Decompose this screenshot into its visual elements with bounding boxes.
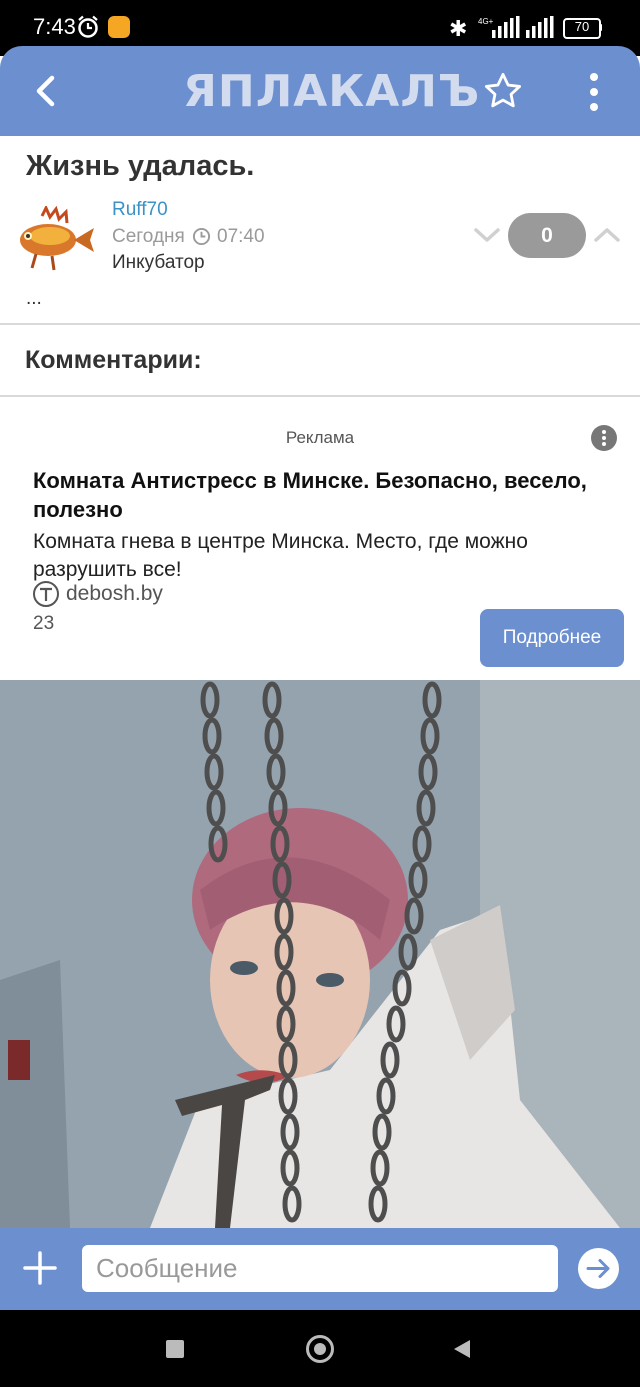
post-section[interactable]: Инкубатор [112, 252, 205, 274]
author-link[interactable]: Ruff70 [112, 199, 168, 221]
clock-icon [192, 227, 211, 246]
ad-more-button[interactable]: Подробнее [480, 609, 624, 667]
attach-plus-button[interactable] [20, 1248, 60, 1288]
battery-icon: 70 [563, 18, 601, 39]
vote-up-button[interactable] [593, 225, 621, 245]
send-arrow-button[interactable] [578, 1248, 619, 1289]
status-time: 7:43 [33, 14, 76, 39]
favorite-star-button[interactable] [482, 70, 524, 112]
home-button-dot [314, 1343, 326, 1355]
bluetooth-icon: ✱ [449, 16, 468, 41]
ad-title[interactable]: Комната Антистресс в Минске. Безопасно, … [33, 466, 623, 524]
ad-menu-button[interactable] [591, 425, 617, 451]
message-input[interactable] [82, 1245, 558, 1292]
post-time: 07:40 [217, 226, 265, 247]
avatar[interactable] [12, 206, 96, 272]
signal-icon: 4G+ [478, 16, 520, 38]
ad-text[interactable]: Комната гнева в центре Минска. Место, гд… [33, 528, 593, 584]
comments-heading: Комментарии: [25, 346, 202, 374]
divider [0, 323, 640, 325]
battery-tip [599, 24, 602, 31]
post-date: Сегодня [112, 226, 185, 247]
app-notification-icon [108, 16, 130, 38]
system-back-button[interactable] [452, 1338, 472, 1360]
battery-level: 70 [574, 19, 590, 34]
recent-apps-button[interactable] [166, 1340, 184, 1358]
ad-domain[interactable]: debosh.by [66, 582, 163, 606]
ad-image[interactable] [0, 680, 640, 1228]
ad-label: Реклама [285, 428, 355, 447]
divider [0, 395, 640, 397]
ad-age-rating: 23 [33, 613, 55, 634]
home-button[interactable] [306, 1335, 334, 1363]
vote-down-button[interactable] [473, 225, 501, 245]
post-title: Жизнь удалась. [26, 150, 255, 182]
message-bar [0, 1228, 640, 1310]
signal-icon-2 [526, 16, 554, 38]
rating-badge: 0 [508, 213, 586, 258]
post-body-ellipsis[interactable]: ... [26, 288, 42, 310]
alarm-icon [78, 15, 98, 38]
overflow-menu-button[interactable] [580, 70, 608, 114]
domain-logo-icon [33, 581, 59, 607]
system-nav-bar [0, 1310, 640, 1387]
back-button[interactable] [30, 72, 64, 110]
site-logo[interactable]: ЯПЛАКАЛЪ [183, 66, 480, 117]
network-type: 4G+ [478, 17, 494, 26]
app-header: ЯПЛАКАЛЪ [0, 46, 640, 136]
